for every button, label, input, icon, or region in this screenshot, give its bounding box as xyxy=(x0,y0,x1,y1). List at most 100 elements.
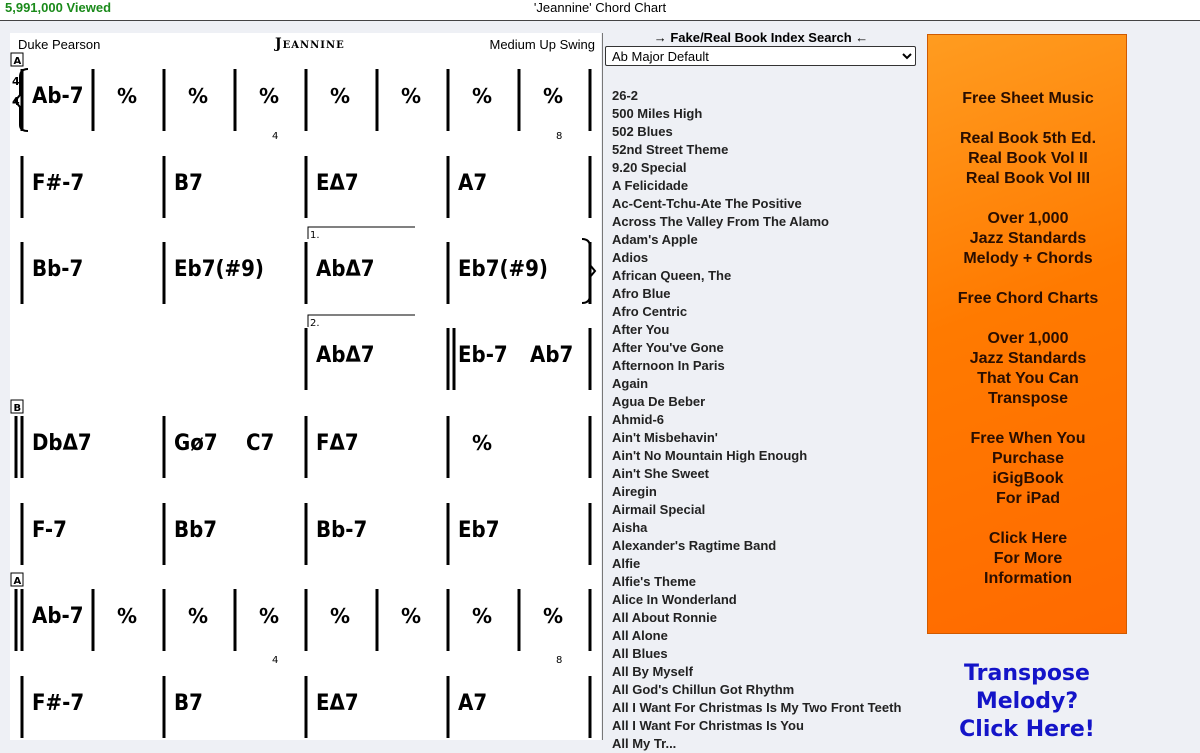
song-link[interactable]: 9.20 Special xyxy=(612,159,901,177)
chord-symbol: B7 xyxy=(174,171,203,196)
chord-symbol: Eb-7 xyxy=(458,343,508,368)
repeat-sign: % xyxy=(472,431,492,455)
repeat-sign: % xyxy=(330,84,350,108)
promo-line: For iPad xyxy=(995,490,1060,507)
song-link[interactable]: Ain't No Mountain High Enough xyxy=(612,447,901,465)
igigbook-promo-banner[interactable]: Free Sheet Music Real Book 5th Ed. Real Bo… xyxy=(927,34,1127,634)
song-link[interactable]: A Felicidade xyxy=(612,177,901,195)
song-link[interactable]: Alexander's Ragtime Band xyxy=(612,537,901,555)
ending-label: 1. xyxy=(310,230,320,241)
section-marker-label: B xyxy=(14,403,22,414)
song-link[interactable]: Ain't Misbehavin' xyxy=(612,429,901,447)
chord-symbol: Bb-7 xyxy=(316,518,367,543)
chord-symbol: B7 xyxy=(174,691,203,716)
key-select[interactable]: Ab Major Default xyxy=(605,46,916,66)
promo-line: Free Chord Charts xyxy=(957,290,1099,307)
song-link[interactable]: Across The Valley From The Alamo xyxy=(612,213,901,231)
chord-symbol: AbΔ7 xyxy=(316,257,375,282)
repeat-sign: % xyxy=(472,604,492,628)
top-bar: 5,991,000 Viewed 'Jeannine' Chord Chart xyxy=(0,0,1200,21)
repeat-sign: % xyxy=(259,604,279,628)
repeat-sign: % xyxy=(401,604,421,628)
song-link[interactable]: All Alone xyxy=(612,627,901,645)
chord-symbol: C7 xyxy=(246,431,274,456)
song-link[interactable]: All By Myself xyxy=(612,663,901,681)
chord-symbol: Ab-7 xyxy=(32,84,83,109)
promo-line: Melody + Chords xyxy=(963,250,1093,267)
song-link[interactable]: All God's Chillun Got Rhythm xyxy=(612,681,901,699)
song-link[interactable]: Aisha xyxy=(612,519,901,537)
chord-symbol: EΔ7 xyxy=(316,691,359,716)
section-marker-label: A xyxy=(14,576,22,587)
song-link[interactable]: Again xyxy=(612,375,901,393)
song-link[interactable]: Afternoon In Paris xyxy=(612,357,901,375)
song-link[interactable]: African Queen, The xyxy=(612,267,901,285)
chord-symbol: AbΔ7 xyxy=(316,343,375,368)
song-index-list: 26-2 500 Miles High 502 Blues 52nd Street T… xyxy=(612,87,901,753)
chord-symbol: A7 xyxy=(458,171,487,196)
section-marker-label: A xyxy=(14,56,22,67)
song-link[interactable]: All About Ronnie xyxy=(612,609,901,627)
song-link[interactable]: Airegin xyxy=(612,483,901,501)
song-link[interactable]: 502 Blues xyxy=(612,123,901,141)
chord-symbol: Eb7(#9) xyxy=(458,257,548,282)
song-link[interactable]: All My Tr... xyxy=(612,735,901,753)
chord-symbol: EΔ7 xyxy=(316,171,359,196)
promo-line: Free When You xyxy=(970,430,1086,447)
repeat-sign: % xyxy=(188,84,208,108)
promo-line: Jazz Standards xyxy=(969,350,1087,367)
repeat-sign: % xyxy=(259,84,279,108)
promo-line: iGigBook xyxy=(992,470,1064,487)
index-search-title: → Fake/Real Book Index Search ← xyxy=(653,30,869,45)
transpose-link-line[interactable]: Melody? xyxy=(927,688,1127,716)
song-link[interactable]: 52nd Street Theme xyxy=(612,141,901,159)
song-link[interactable]: After You've Gone xyxy=(612,339,901,357)
repeat-sign: % xyxy=(117,604,137,628)
column-divider xyxy=(602,33,603,740)
index-search-panel: → Fake/Real Book Index Search ← Ab Major… xyxy=(605,30,917,66)
song-link[interactable]: Ain't She Sweet xyxy=(612,465,901,483)
ending-bracket xyxy=(307,314,415,327)
song-link[interactable]: Alfie's Theme xyxy=(612,573,901,591)
song-link[interactable]: Adios xyxy=(612,249,901,267)
promo-line: Click Here xyxy=(988,530,1068,547)
song-link[interactable]: All I Want For Christmas Is You xyxy=(612,717,901,735)
song-link[interactable]: Adam's Apple xyxy=(612,231,901,249)
ending-bracket xyxy=(307,226,415,239)
promo-line: That You Can xyxy=(977,370,1079,387)
song-link[interactable]: Agua De Beber xyxy=(612,393,901,411)
promo-line: For More xyxy=(993,550,1063,567)
repeat-sign: % xyxy=(543,84,563,108)
chord-symbol: Ab-7 xyxy=(32,604,83,629)
promo-line: Over 1,000 xyxy=(987,330,1069,347)
transpose-melody-link[interactable]: Transpose Melody? Click Here! xyxy=(927,660,1127,744)
transpose-link-line[interactable]: Transpose xyxy=(927,660,1127,688)
promo-line: Information xyxy=(984,570,1072,587)
promo-line: Jazz Standards xyxy=(969,230,1087,247)
chord-symbol: F-7 xyxy=(32,518,67,543)
measure-number: 4 xyxy=(272,131,278,142)
promo-line: Real Book 5th Ed. xyxy=(959,130,1097,147)
song-link[interactable]: Afro Centric xyxy=(612,303,901,321)
measure-number: 8 xyxy=(556,131,562,142)
song-link[interactable]: All I Want For Christmas Is My Two Front… xyxy=(612,699,901,717)
repeat-sign: % xyxy=(330,604,350,628)
song-link[interactable]: Ac-Cent-Tchu-Ate The Positive xyxy=(612,195,901,213)
chord-symbol: Bb-7 xyxy=(32,257,83,282)
chord-grid: Ab-7%%%%%% % F#-7 B7 EΔ7 A7 Bb-7 Eb7(#9) AbΔ7 Eb7… xyxy=(10,52,597,738)
song-link[interactable]: Ahmid-6 xyxy=(612,411,901,429)
chord-symbol: DbΔ7 xyxy=(32,431,92,456)
song-link[interactable]: Airmail Special xyxy=(612,501,901,519)
song-link[interactable]: 500 Miles High xyxy=(612,105,901,123)
song-link[interactable]: All Blues xyxy=(612,645,901,663)
chord-symbol: Eb7(#9) xyxy=(174,257,264,282)
song-link[interactable]: 26-2 xyxy=(612,87,901,105)
repeat-sign: % xyxy=(188,604,208,628)
song-link[interactable]: Alice In Wonderland xyxy=(612,591,901,609)
page-title: 'Jeannine' Chord Chart xyxy=(533,0,667,15)
song-link[interactable]: Afro Blue xyxy=(612,285,901,303)
chord-symbol: F#-7 xyxy=(32,691,84,716)
time-signature-top: 4 xyxy=(12,75,20,88)
song-link[interactable]: After You xyxy=(612,321,901,339)
song-link[interactable]: Alfie xyxy=(612,555,901,573)
